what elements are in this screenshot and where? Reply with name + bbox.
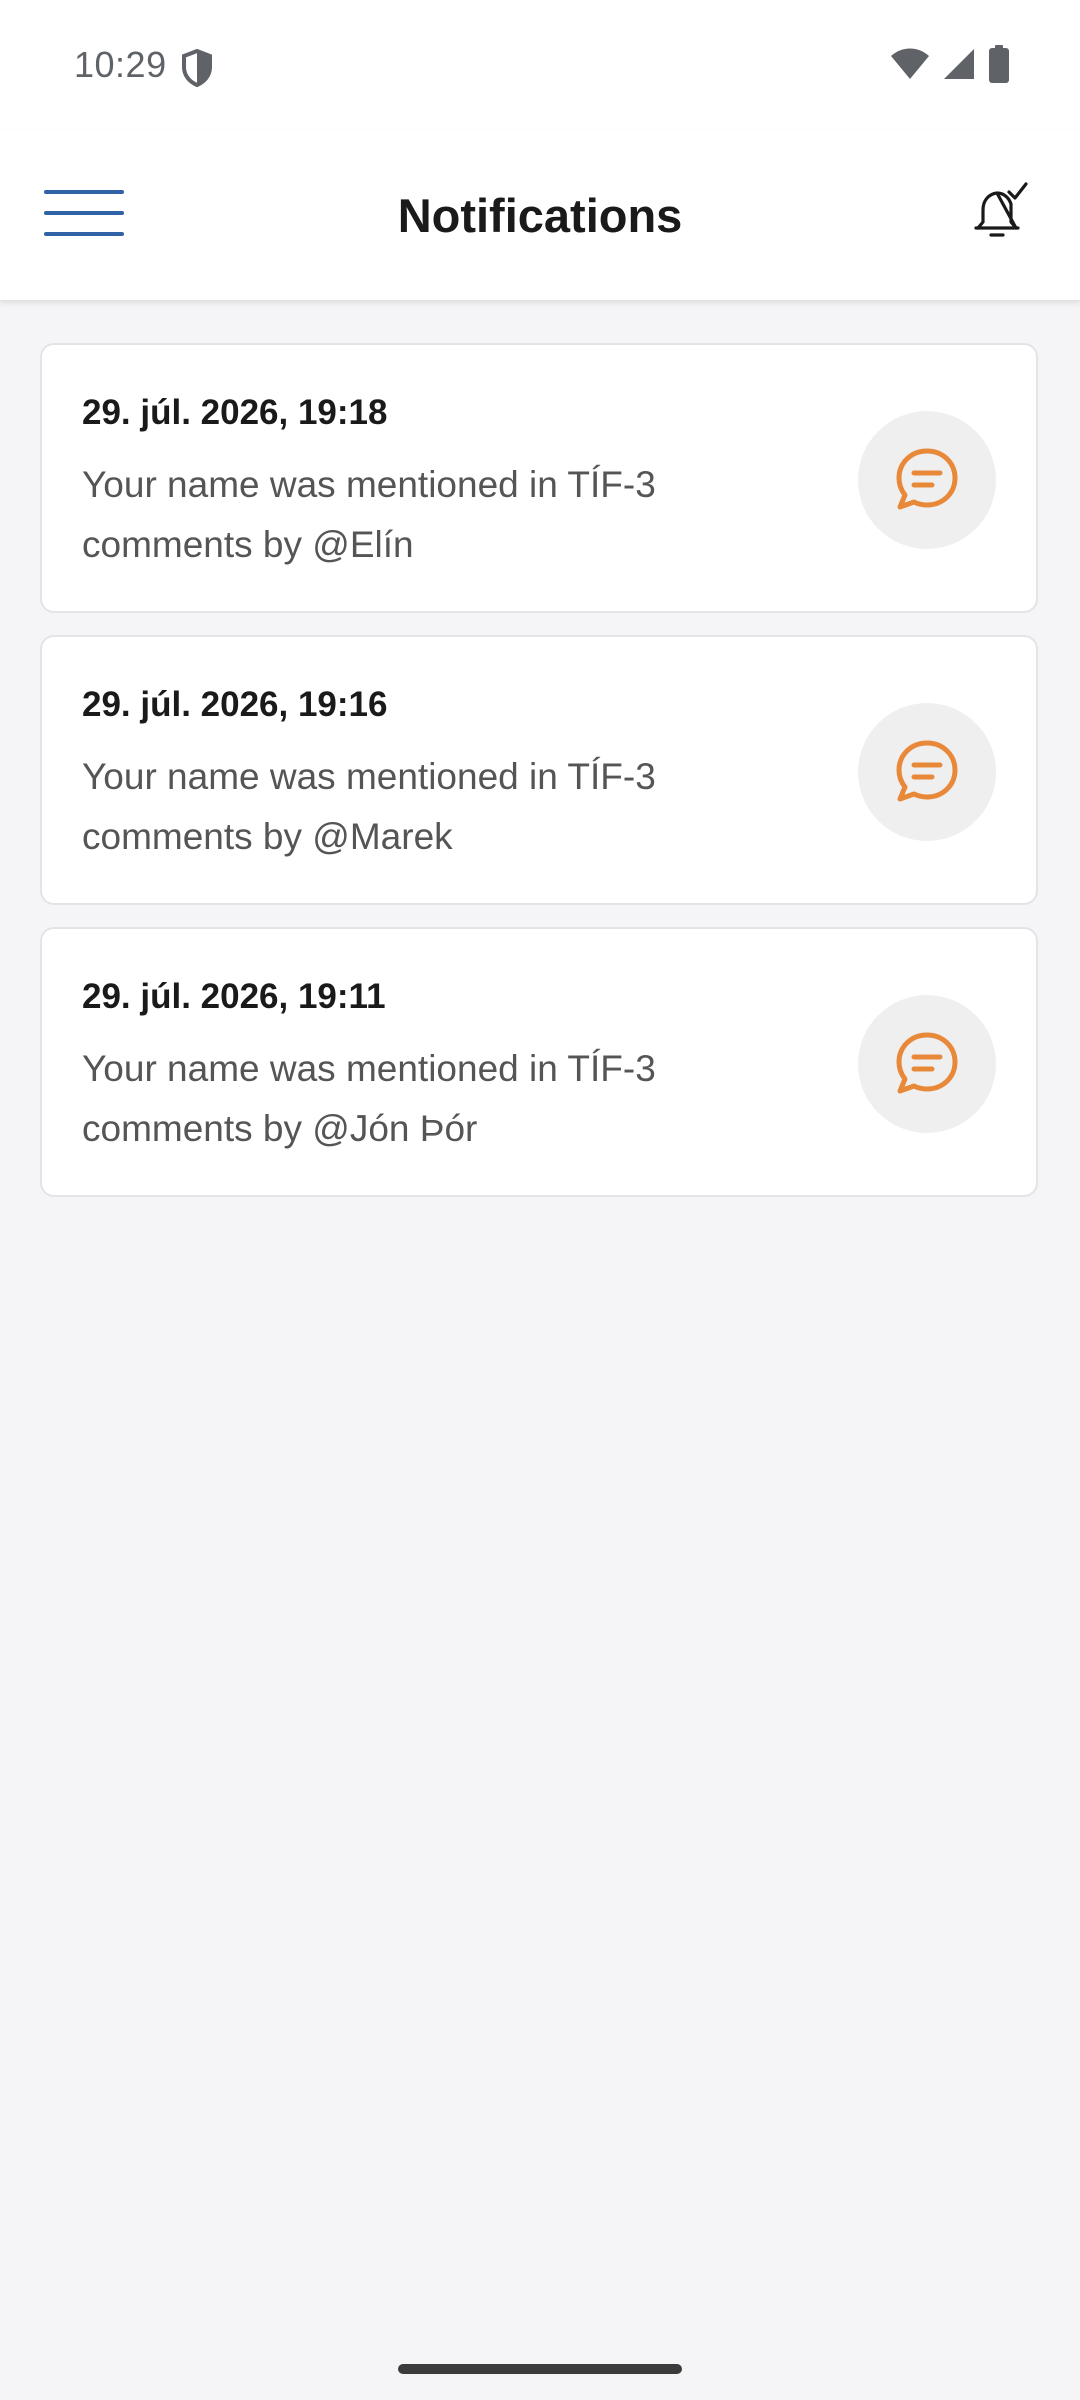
home-indicator[interactable] (398, 2364, 682, 2374)
status-icons (890, 44, 1010, 86)
status-time: 10:29 (74, 44, 167, 85)
bell-check-icon (966, 182, 1032, 250)
cellular-signal-icon (942, 47, 976, 86)
notification-item[interactable]: 29. júl. 2026, 19:11 Your name was menti… (40, 927, 1038, 1197)
notification-list: 29. júl. 2026, 19:18 Your name was menti… (40, 343, 1040, 1219)
app-header: Notifications (0, 130, 1080, 300)
notification-text: Your name was mentioned in TÍF-3 comment… (82, 1048, 656, 1149)
comment-icon (858, 411, 996, 549)
mark-all-read-button[interactable] (966, 180, 1032, 246)
notification-text: Your name was mentioned in TÍF-3 comment… (82, 756, 656, 857)
status-bar: 10:29 (0, 0, 1080, 130)
notification-date: 29. júl. 2026, 19:16 (82, 685, 388, 724)
notification-item[interactable]: 29. júl. 2026, 19:18 Your name was menti… (40, 343, 1038, 613)
wifi-icon (890, 47, 930, 86)
comment-icon (858, 995, 996, 1133)
notification-text: Your name was mentioned in TÍF-3 comment… (82, 464, 656, 565)
comment-icon (858, 703, 996, 841)
notification-date: 29. júl. 2026, 19:11 (82, 977, 386, 1016)
battery-icon (988, 44, 1010, 88)
notification-item[interactable]: 29. júl. 2026, 19:16 Your name was menti… (40, 635, 1038, 905)
shield-icon (180, 48, 214, 88)
page-title: Notifications (397, 189, 683, 242)
notification-date: 29. júl. 2026, 19:18 (82, 393, 388, 432)
